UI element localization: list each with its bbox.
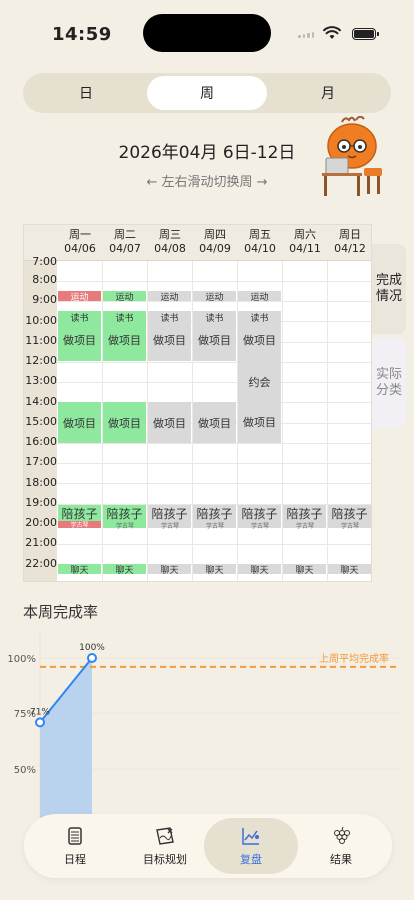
event-project: 做项目 [108, 334, 141, 347]
event-kids-sub: 学古琴 [205, 523, 224, 530]
wifi-icon [323, 26, 341, 39]
completion-chart: 100% 75% 50% 71%100% 上周平均完成率 [7, 630, 400, 820]
hour-label: 19:00 [25, 496, 57, 509]
segment-day[interactable]: 日 [26, 76, 146, 110]
event-kids-sub: 学古琴 [340, 523, 359, 530]
y-tick-100: 100% [7, 654, 36, 665]
event-project: 做项目 [63, 334, 96, 347]
event-kids-sub: 学古琴 [295, 523, 314, 530]
period-segmented-control: 日 周 月 [23, 73, 391, 113]
bottom-navigation: 日程 目标规划 复盘 结果 [24, 814, 392, 878]
weekly-timetable: 周一 04/06 周二 04/07 周三 04/08 周四 04/09 周五 04/10 … [23, 224, 372, 582]
hour-label: 12:00 [25, 354, 57, 367]
event-reading: 读书 [250, 313, 269, 324]
day-header-mon[interactable]: 周一 04/06 [58, 228, 102, 256]
hour-label: 11:00 [25, 334, 57, 347]
event-reading: 读书 [205, 313, 224, 324]
hour-label: 8:00 [32, 273, 57, 286]
status-time: 14:59 [52, 24, 112, 45]
event-project-afternoon[interactable]: 做项目 [58, 402, 101, 443]
completion-point [35, 717, 45, 728]
completion-chart-title: 本周完成率 [23, 603, 99, 621]
event-sport[interactable]: 运动 [238, 291, 281, 303]
completion-area [40, 658, 92, 820]
hour-label: 22:00 [25, 557, 57, 570]
grapes-icon [334, 826, 350, 844]
event-date: 约会 [248, 376, 271, 389]
tab-completion[interactable]: 完成情况 [372, 244, 406, 334]
nav-results-label: 结果 [330, 853, 352, 866]
event-project-afternoon[interactable]: 做项目 [148, 402, 191, 443]
nav-schedule[interactable]: 日程 [28, 818, 122, 874]
event-chat[interactable]: 聊天 [58, 564, 101, 576]
y-tick-50: 50% [14, 765, 36, 776]
day-header-tue[interactable]: 周二 04/07 [103, 228, 147, 256]
event-chat[interactable]: 聊天 [283, 564, 326, 576]
hour-label: 20:00 [25, 516, 57, 529]
event-sport[interactable]: 运动 [103, 291, 146, 303]
hour-label: 17:00 [25, 455, 57, 468]
hour-label: 14:00 [25, 395, 57, 408]
event-sport[interactable]: 运动 [58, 291, 101, 303]
day-header-fri[interactable]: 周五 04/10 [238, 228, 282, 256]
dynamic-island [143, 14, 271, 52]
completion-point-label: 71% [30, 707, 50, 717]
hour-label: 18:00 [25, 476, 57, 489]
event-kids-sub: 学古琴 [115, 523, 134, 530]
avg-line-label: 上周平均完成率 [319, 652, 389, 665]
event-kids-sub: 学古琴 [58, 521, 101, 529]
nav-review-label: 复盘 [240, 853, 262, 866]
segment-month[interactable]: 月 [268, 76, 388, 110]
event-reading: 读书 [115, 313, 134, 324]
event-sport[interactable]: 运动 [193, 291, 236, 303]
day-header-sat[interactable]: 周六 04/11 [283, 228, 327, 256]
event-chat[interactable]: 聊天 [238, 564, 281, 576]
event-reading: 读书 [160, 313, 179, 324]
nav-goal-planning[interactable]: 目标规划 [118, 818, 212, 874]
nav-schedule-label: 日程 [64, 853, 86, 866]
hour-label: 21:00 [25, 536, 57, 549]
day-header-sun[interactable]: 周日 04/12 [328, 228, 371, 256]
nav-review[interactable]: 复盘 [204, 818, 298, 874]
status-bar: 14:59 [0, 0, 414, 66]
event-chat[interactable]: 聊天 [328, 564, 371, 576]
nav-results[interactable]: 结果 [294, 818, 388, 874]
event-project: 做项目 [153, 334, 186, 347]
hour-label: 7:00 [32, 255, 57, 268]
day-header-wed[interactable]: 周三 04/08 [148, 228, 192, 256]
completion-point-label: 100% [79, 643, 105, 653]
hour-label: 10:00 [25, 314, 57, 327]
mascot-illustration [322, 116, 382, 196]
hour-label: 9:00 [32, 293, 57, 306]
hour-label: 16:00 [25, 435, 57, 448]
signal-icon [298, 32, 314, 38]
event-sport[interactable]: 运动 [148, 291, 191, 303]
nav-goal-label: 目标规划 [143, 853, 187, 866]
event-project: 做项目 [243, 334, 276, 347]
event-chat[interactable]: 聊天 [148, 564, 191, 576]
event-project-afternoon[interactable]: 做项目 [103, 402, 146, 443]
event-chat[interactable]: 聊天 [103, 564, 146, 576]
goal-icon [156, 827, 174, 845]
event-kids-sub: 学古琴 [160, 523, 179, 530]
completion-point [87, 653, 97, 663]
hour-label: 13:00 [25, 374, 57, 387]
day-header-thu[interactable]: 周四 04/09 [193, 228, 237, 256]
tab-actual-category[interactable]: 实际分类 [372, 338, 406, 428]
segment-week[interactable]: 周 [147, 76, 267, 110]
calendar-icon [68, 827, 82, 845]
review-chart-icon [242, 828, 259, 845]
event-kids-sub: 学古琴 [250, 523, 269, 530]
event-chat[interactable]: 聊天 [193, 564, 236, 576]
event-reading: 读书 [70, 313, 89, 324]
event-project-afternoon[interactable]: 做项目 [193, 402, 236, 443]
battery-icon [352, 28, 379, 40]
hour-label: 15:00 [25, 415, 57, 428]
event-project: 做项目 [198, 334, 231, 347]
event-kids[interactable]: 陪孩子 [58, 505, 101, 521]
event-project-afternoon: 做项目 [243, 416, 276, 429]
